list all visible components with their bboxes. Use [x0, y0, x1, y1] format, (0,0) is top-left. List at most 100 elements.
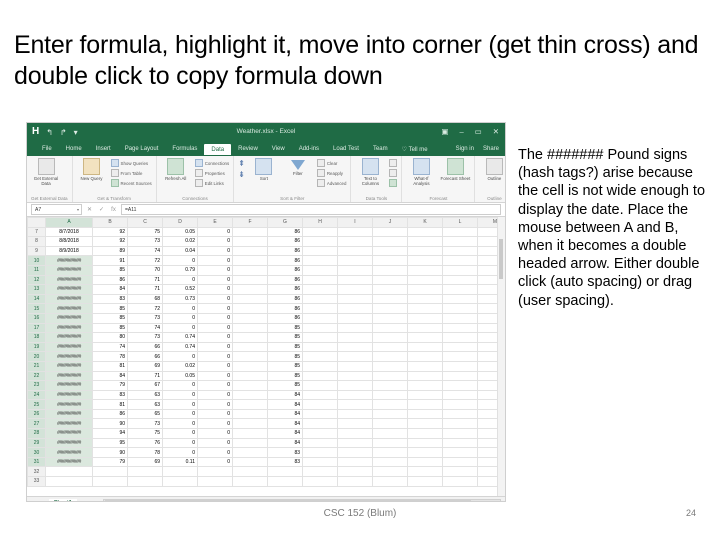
- row-header[interactable]: 29: [27, 437, 46, 449]
- row-header[interactable]: 25: [27, 399, 46, 410]
- cell-empty[interactable]: [372, 264, 408, 276]
- table-row[interactable]: 24 ########## 83 63 0 0 84: [27, 389, 505, 401]
- cell-empty[interactable]: [302, 293, 338, 305]
- cell-empty[interactable]: [337, 312, 373, 324]
- cell-column-a[interactable]: ##########: [45, 274, 93, 286]
- cell-column-g[interactable]: 86: [267, 245, 303, 257]
- cell-column-a[interactable]: ##########: [45, 418, 93, 430]
- first-sheet-icon[interactable]: ◀: [31, 501, 35, 502]
- cell-empty[interactable]: [302, 389, 338, 401]
- cell-empty[interactable]: [302, 476, 338, 487]
- tab-review[interactable]: Review: [231, 144, 265, 154]
- cell-empty[interactable]: [302, 341, 338, 353]
- cell-empty[interactable]: [337, 284, 373, 295]
- cell-empty[interactable]: [442, 437, 478, 449]
- cell-empty[interactable]: [337, 226, 373, 238]
- cell-column-f[interactable]: [232, 408, 268, 420]
- cell-column-e[interactable]: 0: [197, 418, 233, 430]
- cell-column-b[interactable]: 89: [92, 245, 128, 257]
- cancel-formula-icon[interactable]: ✕: [85, 206, 94, 213]
- cell-empty[interactable]: [302, 428, 338, 439]
- row-header[interactable]: 9: [27, 245, 46, 257]
- cell-empty[interactable]: [337, 245, 373, 257]
- sort-order-buttons[interactable]: ⇞ ⇟: [238, 158, 245, 179]
- cell-column-a[interactable]: ##########: [45, 264, 93, 276]
- cell-empty[interactable]: [337, 341, 373, 353]
- cell-column-a[interactable]: ##########: [45, 389, 93, 401]
- refresh-all-button[interactable]: Refresh All: [161, 158, 191, 181]
- cell-empty[interactable]: [407, 274, 443, 286]
- cell-column-b[interactable]: 81: [92, 360, 128, 372]
- table-row[interactable]: 15 ########## 85 72 0 0 86: [27, 303, 505, 314]
- cell-column-c[interactable]: 65: [127, 408, 163, 420]
- tab-home[interactable]: Home: [59, 144, 89, 154]
- cell-column-d[interactable]: 0: [162, 255, 198, 266]
- formula-bar[interactable]: A7 ▾ ✕ ✓ fx =A11: [27, 203, 505, 217]
- ribbon-tabs-right[interactable]: Sign in Share: [456, 146, 499, 152]
- cell-empty[interactable]: [407, 226, 443, 238]
- cell-column-f[interactable]: [232, 456, 268, 468]
- cell-column-c[interactable]: 66: [127, 351, 163, 362]
- cell-column-a[interactable]: ##########: [45, 303, 93, 314]
- cell-empty[interactable]: [407, 264, 443, 276]
- cell-empty[interactable]: [407, 370, 443, 382]
- tab-file[interactable]: File: [35, 144, 59, 154]
- cell-column-f[interactable]: [232, 264, 268, 276]
- table-row[interactable]: 21 ########## 81 69 0.02 0 85: [27, 360, 505, 372]
- cell-empty[interactable]: [407, 437, 443, 449]
- cell-column-e[interactable]: 0: [197, 428, 233, 439]
- cell-column-e[interactable]: 0: [197, 293, 233, 305]
- cell-empty[interactable]: [337, 418, 373, 430]
- cell-column-e[interactable]: 0: [197, 456, 233, 468]
- cell-column-g[interactable]: 86: [267, 255, 303, 266]
- sort-button[interactable]: Sort: [249, 158, 279, 181]
- cell-column-e[interactable]: 0: [197, 332, 233, 343]
- cell-column-g[interactable]: 85: [267, 351, 303, 362]
- tab-data[interactable]: Data: [204, 143, 232, 155]
- cell-empty[interactable]: [372, 476, 408, 487]
- cell-column-c[interactable]: 76: [127, 437, 163, 449]
- row-header[interactable]: 27: [27, 418, 46, 430]
- cell-column-b[interactable]: 92: [92, 236, 128, 247]
- cell-empty[interactable]: [302, 351, 338, 362]
- row-header[interactable]: 20: [27, 351, 46, 362]
- cell-empty[interactable]: [302, 284, 338, 295]
- cell-empty[interactable]: [407, 418, 443, 430]
- cell-column-c[interactable]: 78: [127, 447, 163, 458]
- cell-column-c[interactable]: 72: [127, 255, 163, 266]
- cell-column-g[interactable]: 86: [267, 303, 303, 314]
- cell-empty[interactable]: [302, 466, 338, 478]
- cell-column-f[interactable]: [232, 389, 268, 401]
- cell-column-c[interactable]: 75: [127, 226, 163, 238]
- tab-tell-me[interactable]: ♡ Tell me: [395, 144, 435, 155]
- cell-column-f[interactable]: [232, 380, 268, 391]
- sort-descending-icon[interactable]: ⇟: [238, 170, 245, 179]
- cell-empty[interactable]: [337, 389, 373, 401]
- table-row[interactable]: 11 ########## 85 70 0.79 0 86: [27, 264, 505, 276]
- tab-page-layout[interactable]: Page Layout: [118, 144, 166, 154]
- cell-column-b[interactable]: 91: [92, 255, 128, 266]
- share-button[interactable]: Share: [483, 146, 499, 152]
- cell-column-g[interactable]: [267, 476, 303, 487]
- sheet-tab-bar[interactable]: ◀ ▶ Sheet1 ＋: [27, 496, 505, 502]
- table-row[interactable]: 33: [27, 476, 505, 487]
- cell-empty[interactable]: [407, 341, 443, 353]
- name-box[interactable]: A7 ▾: [31, 204, 82, 215]
- column-header-i[interactable]: I: [337, 217, 373, 228]
- table-row[interactable]: 29 ########## 95 76 0 0 84: [27, 437, 505, 449]
- cell-column-b[interactable]: 86: [92, 408, 128, 420]
- cell-empty[interactable]: [442, 351, 478, 362]
- cell-empty[interactable]: [442, 456, 478, 468]
- row-header[interactable]: 30: [27, 447, 46, 458]
- cell-empty[interactable]: [337, 456, 373, 468]
- table-row[interactable]: 16 ########## 85 73 0 0 86: [27, 312, 505, 324]
- cell-column-e[interactable]: 0: [197, 370, 233, 382]
- cell-column-a[interactable]: ##########: [45, 399, 93, 410]
- cell-empty[interactable]: [372, 226, 408, 238]
- cell-empty[interactable]: [407, 399, 443, 410]
- cell-column-a[interactable]: 8/8/2018: [45, 236, 93, 247]
- cell-column-b[interactable]: 79: [92, 456, 128, 468]
- cell-empty[interactable]: [372, 370, 408, 382]
- cell-empty[interactable]: [407, 293, 443, 305]
- column-header-j[interactable]: J: [372, 217, 408, 228]
